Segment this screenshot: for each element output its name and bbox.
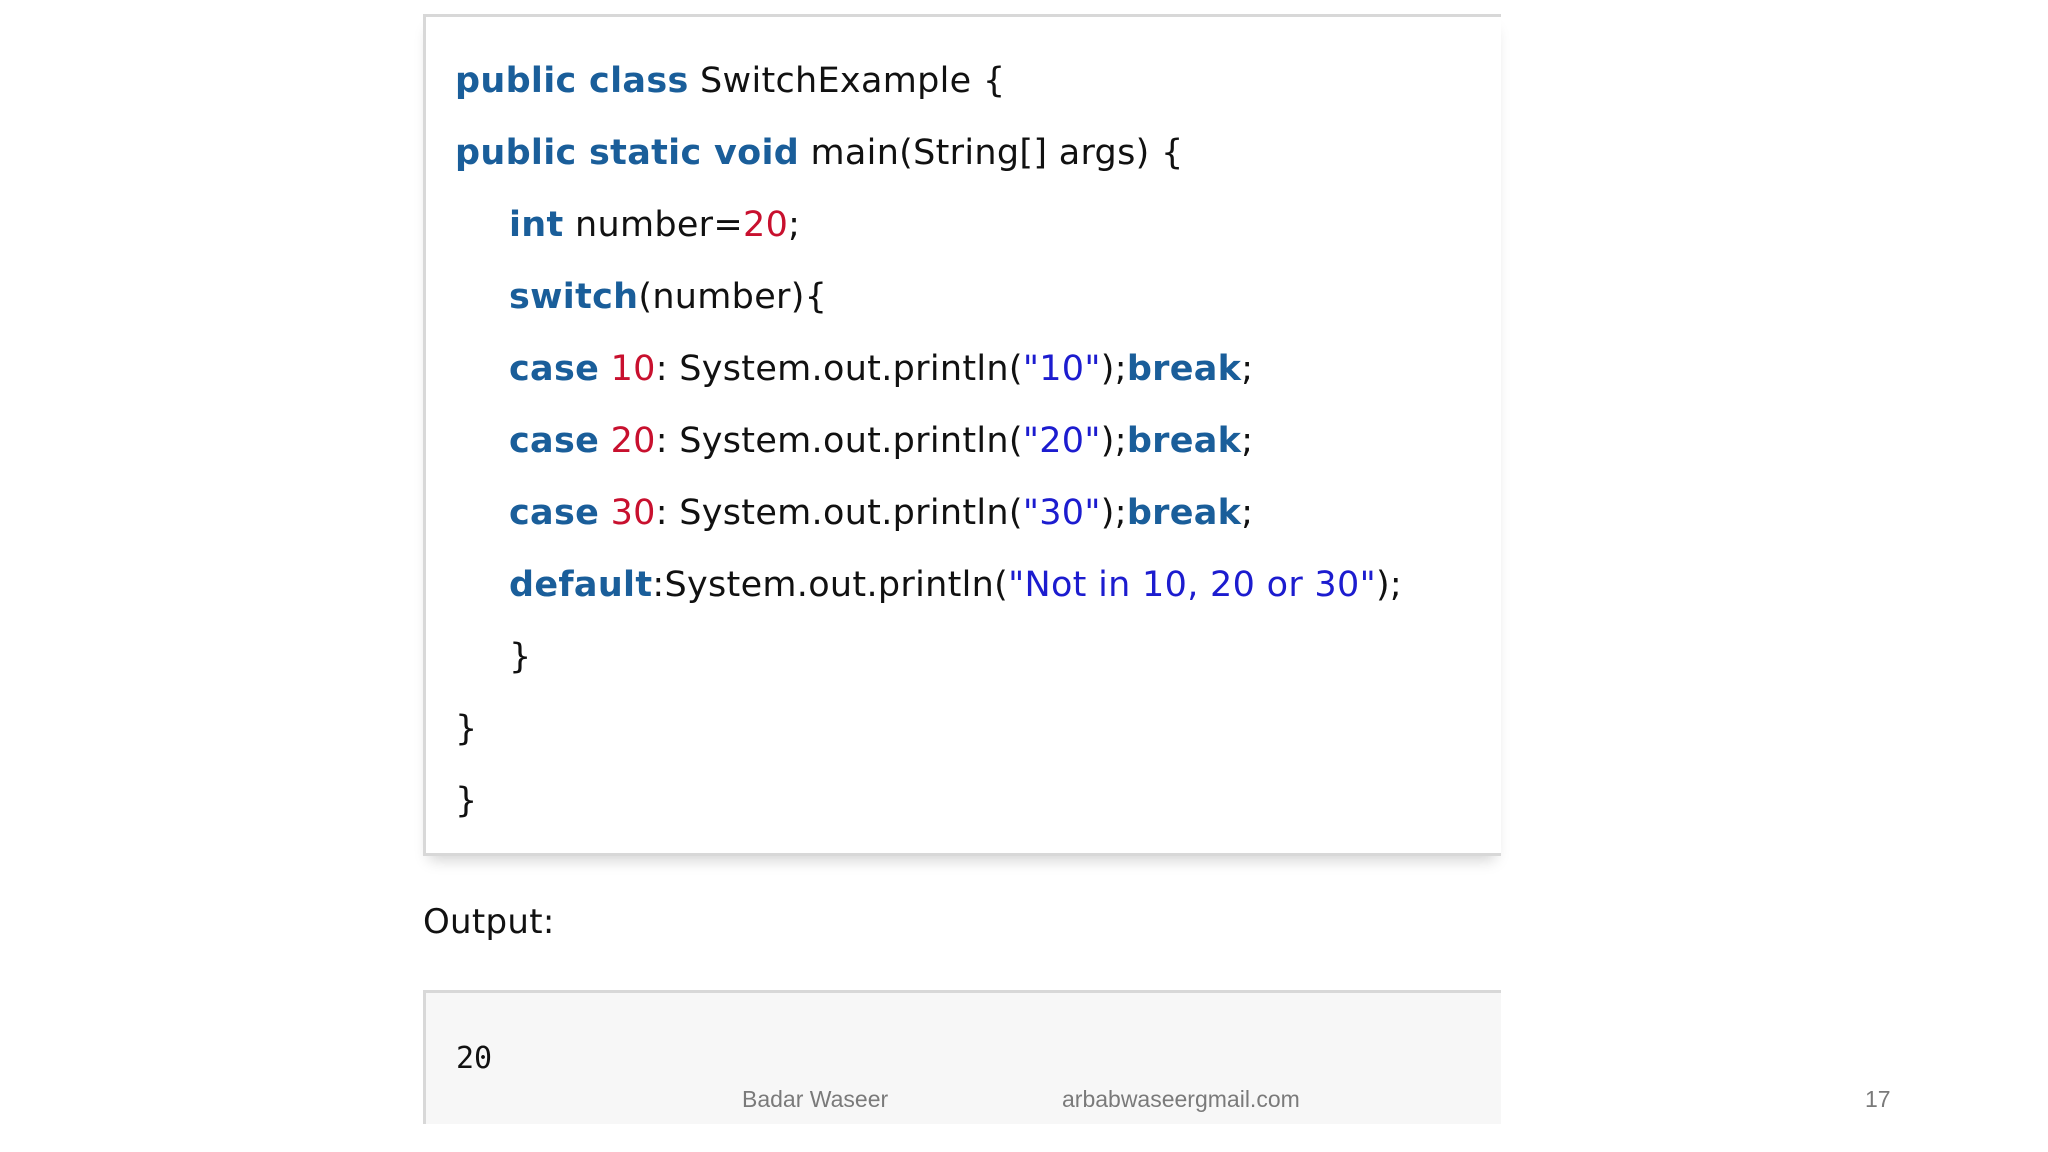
- footer-email: arbabwaseergmail.com: [1062, 1086, 1300, 1112]
- code-string: "Not in 10, 20 or 30": [1008, 565, 1376, 605]
- code-number: 10: [610, 349, 656, 389]
- code-block: public class SwitchExample { public stat…: [423, 14, 1501, 856]
- code-text: }: [455, 709, 478, 749]
- code-text: ;: [788, 205, 801, 245]
- code-number: 20: [610, 421, 656, 461]
- code-text: : System.out.println(: [655, 421, 1023, 461]
- code-line-class-declaration: public class SwitchExample {: [455, 59, 1005, 103]
- code-text: );: [1100, 493, 1127, 533]
- code-keyword: public static void: [455, 133, 800, 173]
- code-string: "10": [1022, 349, 1101, 389]
- code-keyword: int: [509, 205, 564, 245]
- code-text: :System.out.println(: [652, 565, 1009, 605]
- code-string: "20": [1022, 421, 1101, 461]
- slide: public class SwitchExample { public stat…: [0, 0, 2048, 1152]
- footer-author: Badar Waseer: [742, 1086, 889, 1112]
- code-keyword: case: [509, 493, 600, 533]
- code-keyword: break: [1126, 349, 1242, 389]
- code-text: ;: [1241, 421, 1254, 461]
- footer-page-number: 17: [1865, 1086, 1891, 1112]
- code-text: : System.out.println(: [655, 349, 1023, 389]
- code-text: }: [455, 781, 478, 821]
- output-label: Output:: [423, 902, 555, 942]
- code-text: main(String[] args) {: [799, 133, 1184, 173]
- output-value: 20: [456, 1041, 493, 1076]
- code-line-case-30: case 30: System.out.println("30");break;: [509, 491, 1253, 535]
- code-text: : System.out.println(: [655, 493, 1023, 533]
- code-keyword: break: [1126, 421, 1242, 461]
- code-line-default: default:System.out.println("Not in 10, 2…: [509, 563, 1402, 607]
- code-keyword: case: [509, 421, 600, 461]
- code-line-switch: switch(number){: [509, 275, 827, 319]
- code-keyword: default: [509, 565, 653, 605]
- code-line-close-main: }: [455, 707, 478, 751]
- code-text: );: [1100, 421, 1127, 461]
- code-line-close-switch: }: [509, 635, 532, 679]
- code-text: ;: [1241, 349, 1254, 389]
- code-line-case-20: case 20: System.out.println("20");break;: [509, 419, 1253, 463]
- code-number: 20: [743, 205, 789, 245]
- code-text: }: [509, 637, 532, 677]
- code-text: );: [1100, 349, 1127, 389]
- code-line-main-declaration: public static void main(String[] args) {: [455, 131, 1184, 175]
- code-text: ;: [1241, 493, 1254, 533]
- code-line-close-class: }: [455, 779, 478, 823]
- code-text: (number){: [638, 277, 828, 317]
- code-text: );: [1375, 565, 1403, 605]
- code-keyword: break: [1126, 493, 1242, 533]
- code-keyword: switch: [509, 277, 639, 317]
- code-line-int-declaration: int number=20;: [509, 203, 800, 247]
- code-text: SwitchExample {: [688, 61, 1006, 101]
- code-keyword: case: [509, 349, 600, 389]
- code-line-case-10: case 10: System.out.println("10");break;: [509, 347, 1253, 391]
- code-number: 30: [610, 493, 656, 533]
- output-block: 20: [423, 990, 1501, 1124]
- code-keyword: public class: [455, 61, 689, 101]
- code-text: number=: [563, 205, 743, 245]
- code-string: "30": [1022, 493, 1101, 533]
